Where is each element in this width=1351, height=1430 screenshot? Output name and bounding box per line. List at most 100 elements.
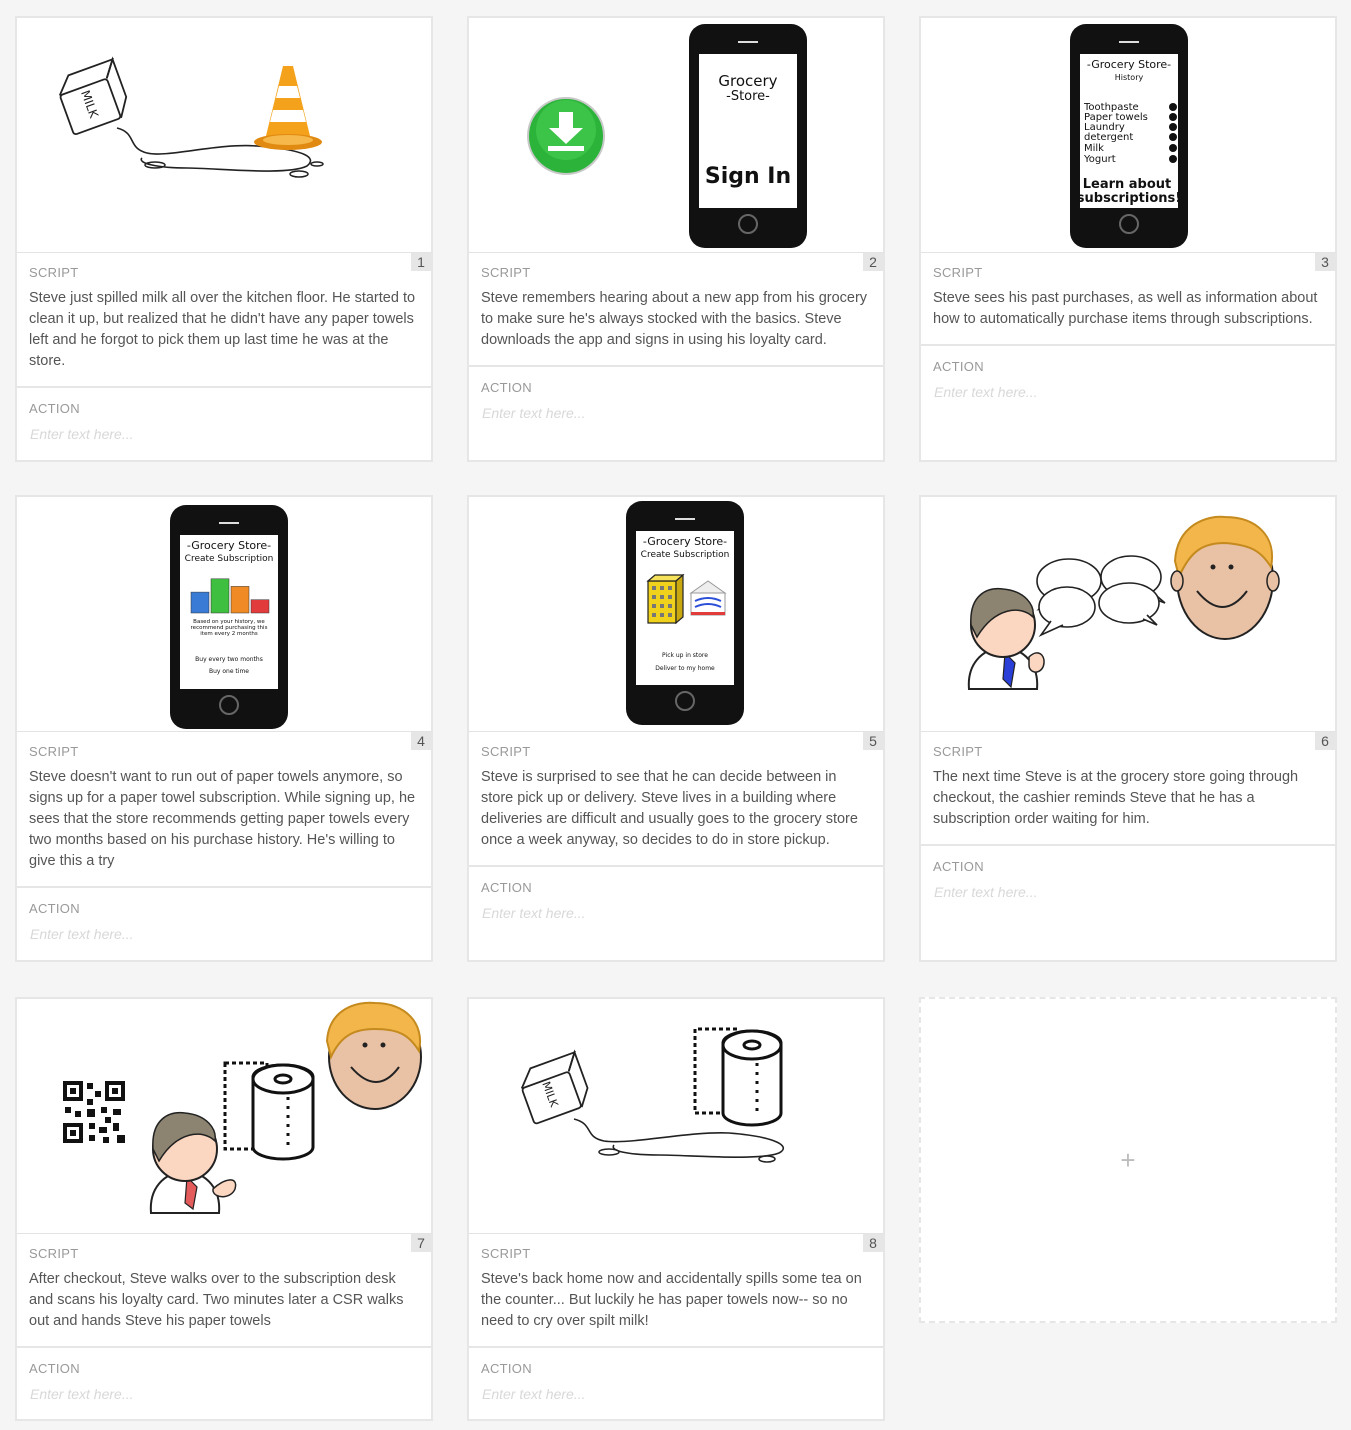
script-label: SCRIPT [481, 1246, 531, 1261]
action-section: ACTION [17, 1348, 431, 1402]
spilled-milk-image: MILK [58, 56, 324, 178]
card-number: 5 [863, 732, 883, 750]
action-section: ACTION [469, 1348, 883, 1402]
storyboard-card-6: 6 SCRIPT The next time Steve is at the g… [919, 495, 1337, 962]
phone-icon: -Grocery Store- Create Subscription Pick… [626, 501, 744, 725]
action-label: ACTION [933, 859, 984, 874]
traffic-cone-icon [254, 66, 322, 150]
action-input[interactable] [17, 416, 422, 442]
phone-footer-line-2: subscriptions! [1077, 191, 1181, 206]
cashier-avatar-icon [1170, 515, 1280, 640]
card-image-8[interactable]: MILK [469, 999, 883, 1234]
script-section: SCRIPT Steve remembers hearing about a n… [469, 253, 883, 367]
history-item: detergent [1084, 132, 1133, 143]
action-section: ACTION [921, 846, 1335, 900]
script-section: SCRIPT Steve doesn't want to run out of … [17, 732, 431, 888]
phone-icon: Grocery -Store- Sign In [689, 24, 807, 248]
action-section: ACTION [17, 888, 431, 942]
storyboard-card-8: MILK 8 SCRIPT Steve's back home now and … [467, 997, 885, 1421]
card-image-5[interactable]: -Grocery Store- Create Subscription Pick… [469, 497, 883, 732]
qr-code-icon [63, 1081, 125, 1143]
phone-title: -Grocery Store- [1087, 58, 1171, 71]
history-bar [190, 591, 210, 614]
purchase-history-image: -Grocery Store- History Toothpaste Paper… [1070, 24, 1188, 248]
action-section: ACTION [921, 346, 1335, 400]
card-image-6[interactable] [921, 497, 1335, 732]
script-section: SCRIPT Steve's back home now and acciden… [469, 1234, 883, 1348]
phone-text-line-2: -Store- [726, 89, 770, 104]
csr-handoff-image [63, 1001, 422, 1214]
script-text[interactable]: Steve sees his past purchases, as well a… [921, 280, 1335, 344]
phone-note: item every 2 months [200, 631, 258, 637]
history-item: Yogurt [1083, 154, 1116, 165]
card-number: 1 [411, 253, 431, 271]
speech-bubble-icon [1036, 555, 1166, 637]
download-app-image: Grocery -Store- Sign In [527, 24, 807, 248]
script-label: SCRIPT [933, 744, 983, 759]
create-subscription-image: -Grocery Store- Create Subscription Base… [170, 505, 288, 729]
phone-subtitle: Create Subscription [641, 550, 730, 560]
script-section: SCRIPT Steve sees his past purchases, as… [921, 253, 1335, 346]
action-label: ACTION [481, 380, 532, 395]
storyboard-card-1: MILK 1 SCRIPT Steve just spilled milk al… [15, 16, 433, 462]
script-label: SCRIPT [481, 265, 531, 280]
script-text[interactable]: After checkout, Steve walks over to the … [17, 1261, 431, 1346]
script-section: SCRIPT Steve is surprised to see that he… [469, 732, 883, 867]
action-input[interactable] [921, 374, 1326, 400]
action-input[interactable] [469, 1376, 874, 1402]
paper-towel-icon [223, 1061, 315, 1161]
card-number: 8 [863, 1234, 883, 1252]
action-label: ACTION [29, 401, 80, 416]
script-label: SCRIPT [933, 265, 983, 280]
script-label: SCRIPT [29, 744, 79, 759]
paper-towel-icon [693, 1027, 783, 1127]
phone-subtitle: Create Subscription [185, 554, 274, 564]
action-input[interactable] [469, 895, 874, 921]
plus-icon: + [1120, 1144, 1136, 1175]
action-input[interactable] [469, 395, 874, 421]
card-image-2[interactable]: Grocery -Store- Sign In [469, 18, 883, 253]
action-label: ACTION [29, 901, 80, 916]
script-text[interactable]: Steve remembers hearing about a new app … [469, 280, 883, 365]
script-label: SCRIPT [29, 265, 79, 280]
action-input[interactable] [17, 916, 422, 942]
pickup-delivery-image: -Grocery Store- Create Subscription Pick… [626, 501, 744, 725]
script-text[interactable]: Steve doesn't want to run out of paper t… [17, 759, 431, 886]
storyboard-card-5: -Grocery Store- Create Subscription Pick… [467, 495, 885, 962]
storyboard-card-2: Grocery -Store- Sign In 2 SCRIPT Steve r… [467, 16, 885, 462]
subscription-option-two-months: Buy every two months [195, 656, 263, 663]
history-item: Milk [1084, 143, 1104, 154]
action-section: ACTION [469, 867, 883, 921]
card-number: 4 [411, 732, 431, 750]
action-label: ACTION [29, 1361, 80, 1376]
phone-subtitle: History [1115, 73, 1144, 82]
card-image-3[interactable]: -Grocery Store- History Toothpaste Paper… [921, 18, 1335, 253]
phone-icon: -Grocery Store- History Toothpaste Paper… [1070, 24, 1188, 248]
action-section: ACTION [469, 367, 883, 421]
script-text[interactable]: Steve's back home now and accidentally s… [469, 1261, 883, 1346]
script-text[interactable]: Steve just spilled milk all over the kit… [17, 280, 431, 386]
action-input[interactable] [17, 1376, 422, 1402]
phone-footer-line-1: Learn about [1083, 177, 1172, 192]
cashier-conversation-image [967, 515, 1280, 690]
card-image-4[interactable]: -Grocery Store- Create Subscription Base… [17, 497, 431, 732]
card-number: 2 [863, 253, 883, 271]
download-icon [527, 97, 605, 175]
card-image-1[interactable]: MILK [17, 18, 431, 253]
action-input[interactable] [921, 874, 1326, 900]
script-label: SCRIPT [481, 744, 531, 759]
script-text[interactable]: Steve is surprised to see that he can de… [469, 759, 883, 865]
script-section: SCRIPT Steve just spilled milk all over … [17, 253, 431, 388]
storyboard-card-7: 7 SCRIPT After checkout, Steve walks ove… [15, 997, 433, 1421]
card-image-7[interactable] [17, 999, 431, 1234]
customer-avatar-icon [967, 587, 1045, 690]
storyboard-card-3: -Grocery Store- History Toothpaste Paper… [919, 16, 1337, 462]
add-card-button[interactable]: + [919, 997, 1337, 1323]
phone-sign-in-text: Sign In [705, 164, 791, 189]
pickup-in-store-option: Pick up in store [662, 652, 708, 659]
script-text[interactable]: The next time Steve is at the grocery st… [921, 759, 1335, 844]
customer-avatar-icon [149, 1111, 237, 1214]
deliver-home-option: Deliver to my home [655, 665, 715, 672]
phone-title: -Grocery Store- [187, 539, 271, 552]
cashier-avatar-icon [325, 1001, 422, 1110]
